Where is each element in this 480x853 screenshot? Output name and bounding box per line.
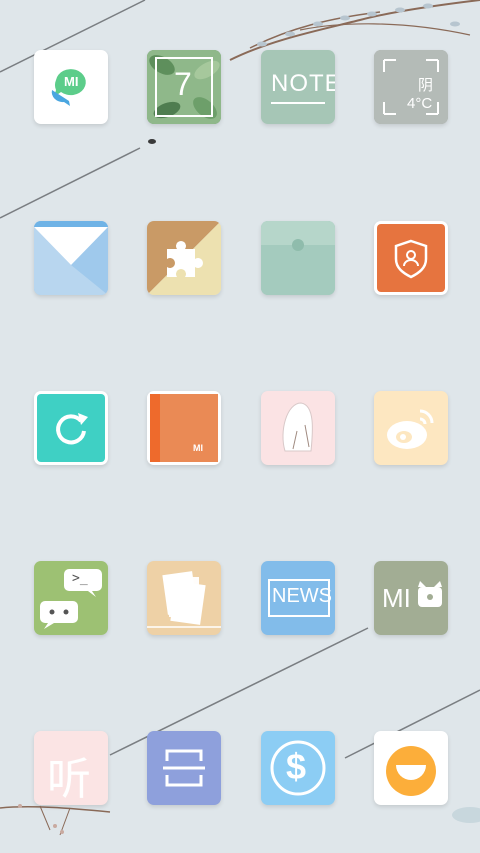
weibo-icon[interactable] (374, 391, 448, 465)
mail-icon[interactable] (34, 221, 108, 295)
chat-terminal-icon[interactable]: >_ (34, 561, 108, 635)
wallet-glyph (261, 221, 335, 295)
mi-book-icon[interactable]: MI (147, 391, 221, 465)
gallery-icon[interactable] (261, 391, 335, 465)
mail-glyph (34, 221, 108, 295)
scanner-glyph (163, 749, 205, 787)
puzzle-icon[interactable] (147, 221, 221, 295)
gallery-glyph (282, 402, 313, 452)
smile-app-icon[interactable] (374, 731, 448, 805)
shield-glyph (394, 239, 428, 279)
bear-glyph (418, 581, 442, 607)
file-manager-icon[interactable] (147, 561, 221, 635)
envelope-wallet-icon[interactable] (261, 221, 335, 295)
files-glyph (147, 571, 221, 628)
mi-talk-badge: MI (64, 74, 79, 89)
scanner-icon[interactable] (147, 731, 221, 805)
note-divider (271, 102, 325, 104)
notes-icon[interactable]: NOTE (261, 50, 335, 124)
weather-temp: 4°C (407, 95, 433, 112)
calendar-day: 7 (174, 66, 192, 102)
news-label: NEWS (272, 585, 332, 607)
mi-book-badge: MI (193, 443, 203, 453)
book-spine (150, 394, 160, 462)
weather-icon[interactable]: 阴 4°C (374, 50, 448, 124)
security-shield-icon[interactable] (374, 221, 448, 295)
calendar-icon[interactable]: 7 (147, 50, 221, 124)
chat-prompt: >_ (72, 571, 88, 586)
music-label: 听 (47, 754, 91, 805)
payment-symbol: $ (286, 746, 307, 787)
news-icon[interactable]: NEWS (261, 561, 335, 635)
weather-frame (374, 50, 448, 124)
page-indicator-dot[interactable] (148, 139, 156, 144)
music-listen-icon[interactable]: 听 (34, 731, 108, 805)
payment-icon[interactable]: $ (261, 731, 335, 805)
updater-icon[interactable] (34, 391, 108, 465)
puzzle-glyph (147, 221, 221, 295)
weather-condition: 阴 (418, 77, 434, 94)
chat-glyph (40, 569, 102, 629)
mi-home-icon[interactable]: MI (374, 561, 448, 635)
note-label: NOTE (271, 70, 335, 97)
weibo-glyph (387, 409, 434, 449)
mi-talk-icon[interactable]: MI (34, 50, 108, 124)
smile-glyph (386, 746, 436, 796)
refresh-glyph (56, 413, 88, 445)
book-cover (160, 394, 218, 462)
